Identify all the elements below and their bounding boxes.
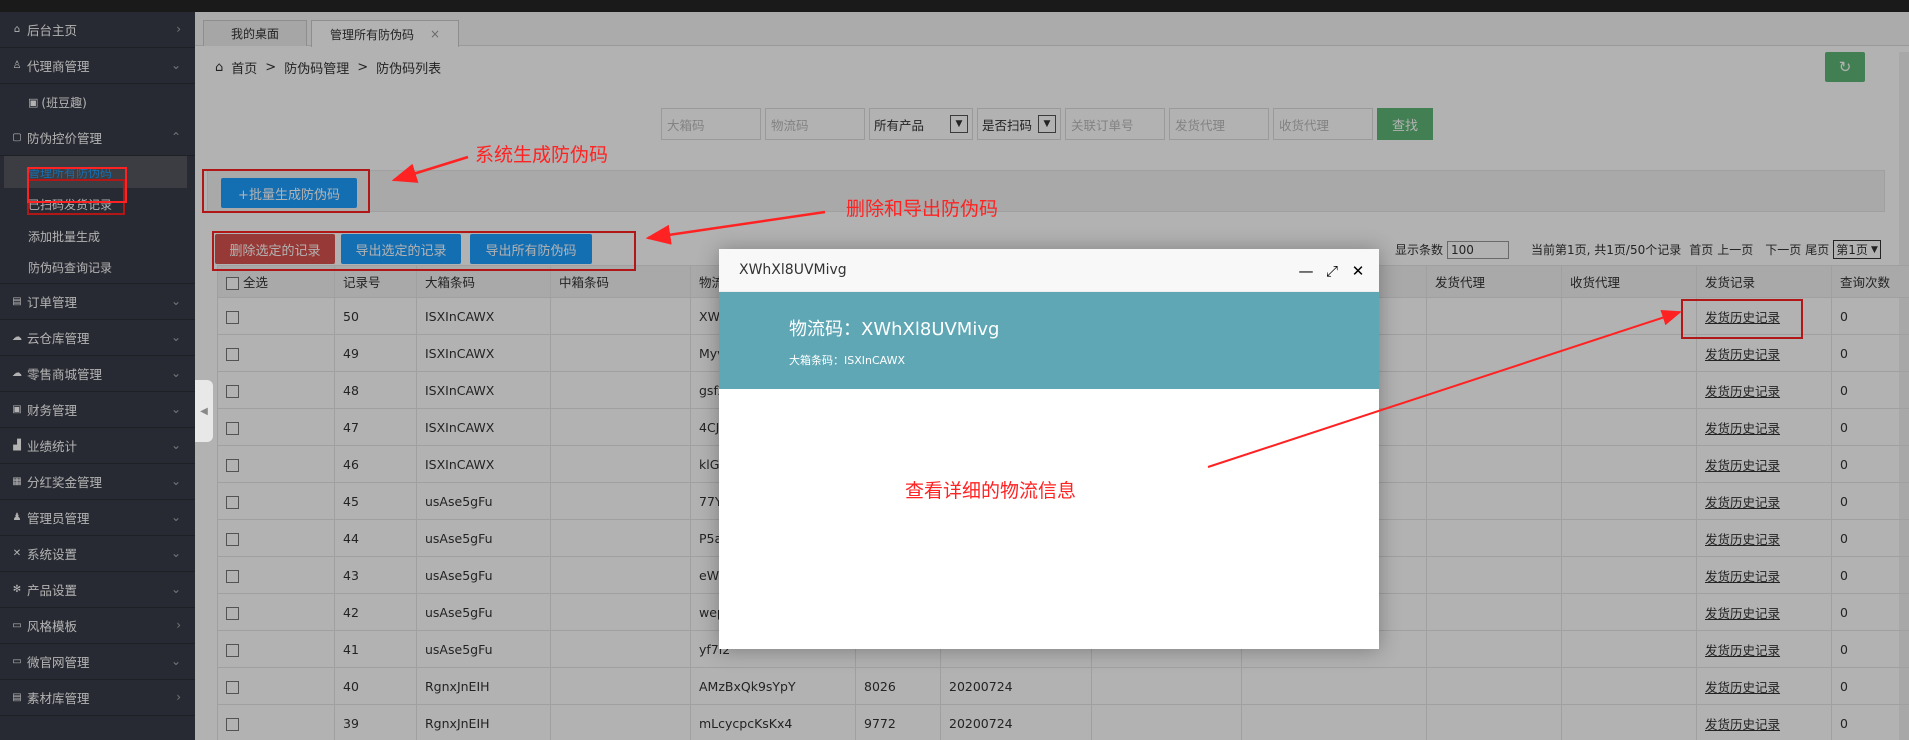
modal-title-bar: XWhXl8UVMivg [719, 249, 1379, 292]
modal-title: XWhXl8UVMivg [739, 262, 847, 278]
sidebar-collapse-toggle[interactable]: ◀ [195, 380, 213, 442]
modal-header: 物流码：XWhXl8UVMivg 大箱条码：ISXInCAWX [719, 292, 1379, 389]
annotation-generate-label: 系统生成防伪码 [475, 144, 609, 166]
modal-subheading: 大箱条码：ISXInCAWX [789, 354, 905, 367]
minimize-icon[interactable]: — [1297, 262, 1315, 280]
logistics-detail-modal: XWhXl8UVMivg — ⤢ ✕ 物流码：XWhXl8UVMivg 大箱条码… [719, 249, 1379, 649]
annotation-delete-export-label: 删除和导出防伪码 [846, 198, 999, 220]
annotation-detail-label: 查看详细的物流信息 [905, 480, 1077, 502]
modal-heading: 物流码：XWhXl8UVMivg [789, 319, 1000, 340]
annotation-box-sidebar-item [27, 167, 127, 203]
close-icon[interactable]: ✕ [1349, 262, 1367, 280]
chevron-left-icon: ◀ [200, 405, 208, 417]
maximize-icon[interactable]: ⤢ [1323, 262, 1341, 280]
